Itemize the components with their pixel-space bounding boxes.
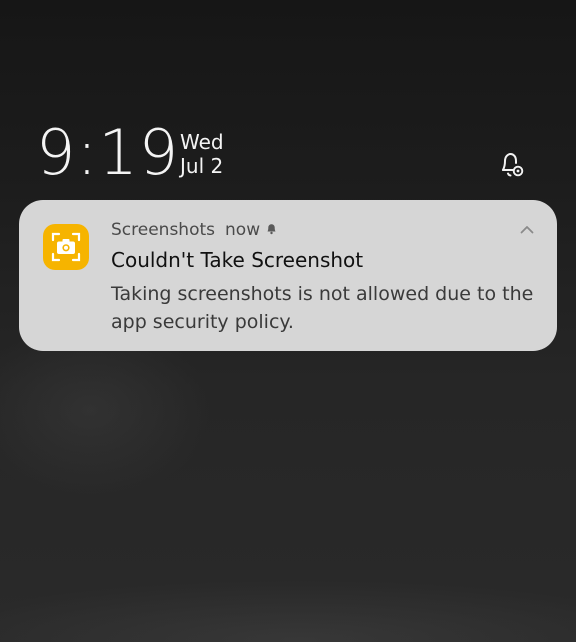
notification-title: Couldn't Take Screenshot <box>111 248 364 272</box>
notification-app-name: Screenshots <box>111 220 216 240</box>
lockscreen-day: Wed <box>180 130 224 154</box>
lockscreen-date: Wed Jul 2 <box>180 130 224 178</box>
bell-settings-icon[interactable] <box>497 150 527 180</box>
lockscreen-date-text: Jul 2 <box>180 154 224 178</box>
chevron-up-icon[interactable] <box>519 222 535 238</box>
lockscreen-time: 9:19 <box>36 116 180 189</box>
notification-header: Screenshots now <box>111 219 278 241</box>
camera-screenshot-icon <box>43 224 89 270</box>
notification-body: Taking screenshots is not allowed due to… <box>111 283 534 333</box>
notification-time: now <box>225 220 261 240</box>
notification-card[interactable]: Screenshots now Couldn't Take Screenshot… <box>19 200 557 351</box>
bell-icon <box>265 220 278 240</box>
lockscreen-clock: 9:19 Wed Jul 2 <box>36 120 536 190</box>
